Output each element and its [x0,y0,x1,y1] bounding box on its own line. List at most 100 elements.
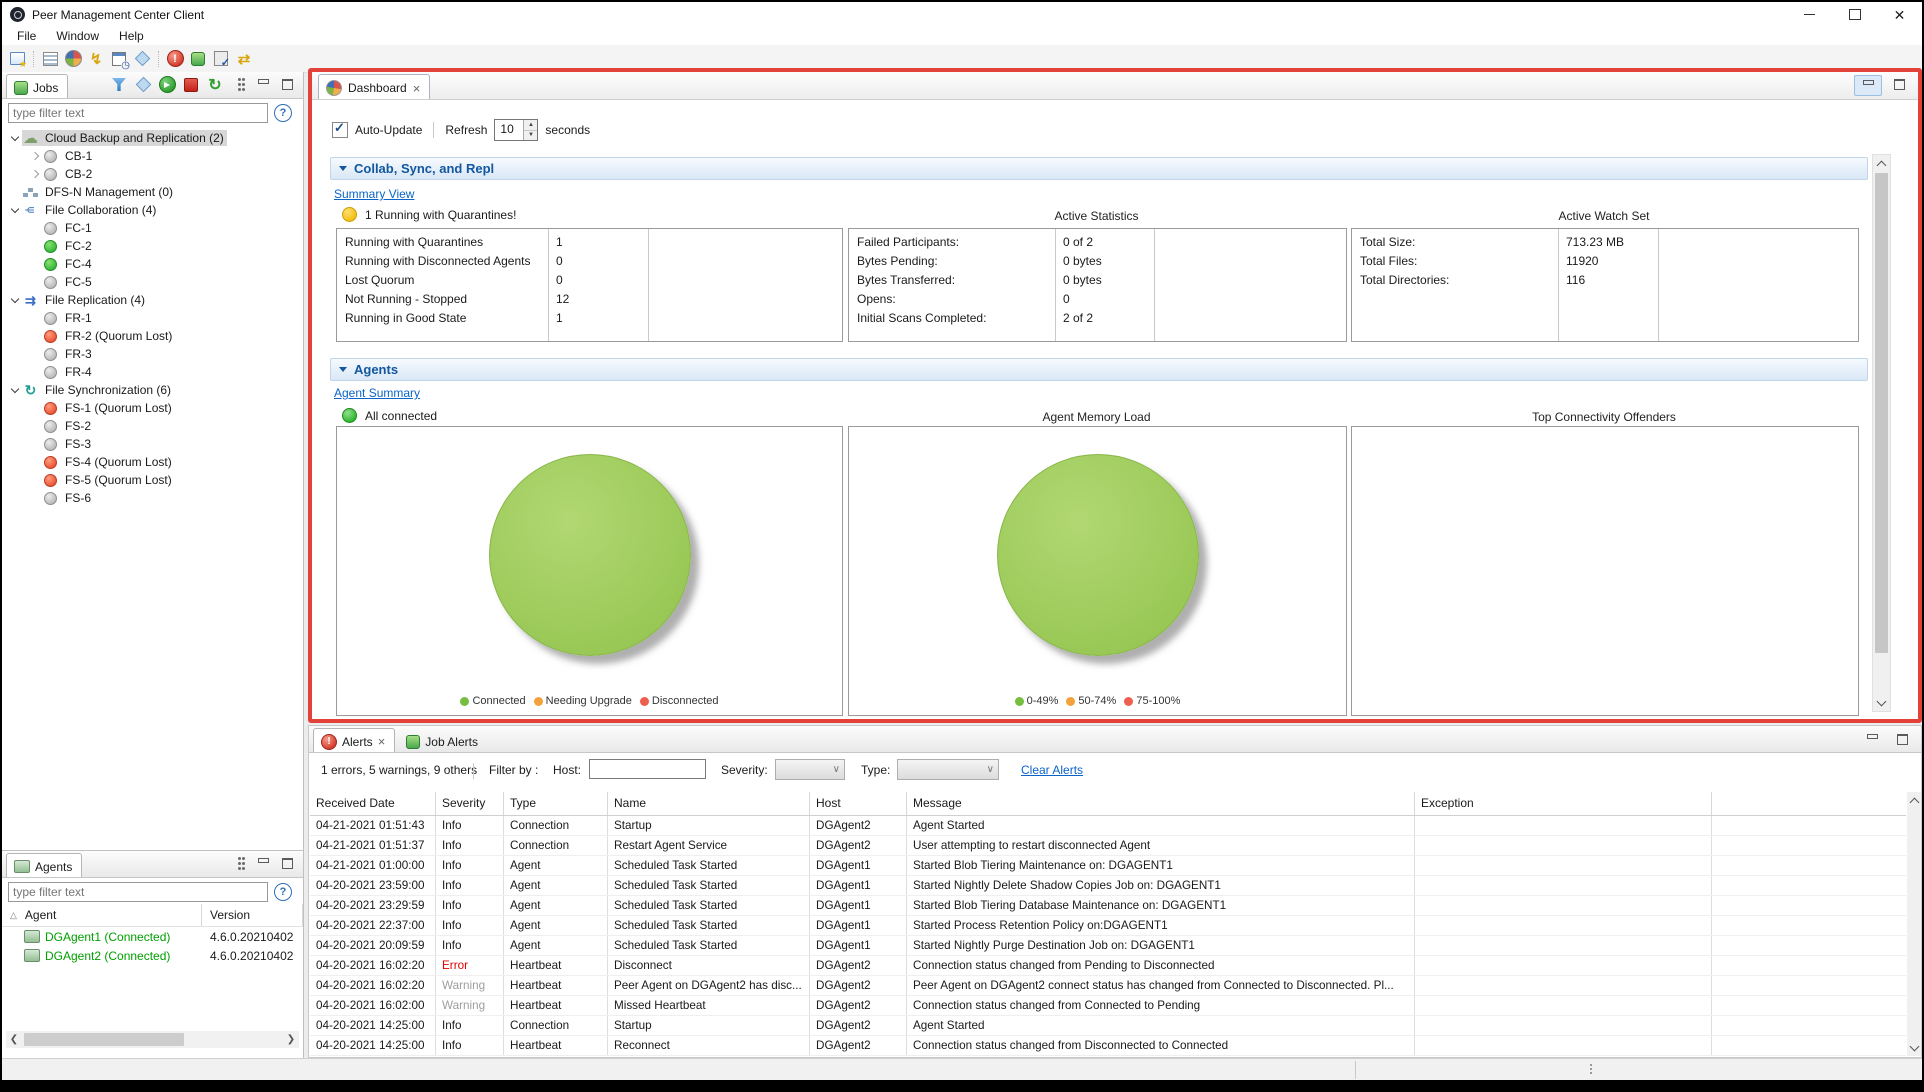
expander-icon[interactable] [8,293,22,307]
collapse-triangle-icon[interactable] [339,367,347,372]
close-tab-icon[interactable]: × [413,82,421,95]
clear-alerts-link[interactable]: Clear Alerts [1021,763,1083,777]
maximize-view-icon[interactable] [275,853,299,874]
tree-item[interactable]: FS-6 [2,489,303,507]
tree-item[interactable]: FS-4 (Quorum Lost) [2,453,303,471]
agent-summary-link[interactable]: Agent Summary [334,386,420,400]
tab-jobs[interactable]: Jobs [6,74,69,98]
column-header[interactable]: Exception [1415,792,1712,815]
spin-down-icon[interactable]: ▼ [524,130,538,140]
tab-agents[interactable]: Agents [6,853,83,877]
host-filter-input[interactable] [589,759,706,779]
scroll-up-icon[interactable] [1873,155,1890,171]
alert-row[interactable]: 04-20-2021 14:25:00 Info Heartbeat Recon… [310,1036,1906,1056]
expander-icon[interactable] [28,491,42,505]
agents-icon[interactable] [187,48,209,70]
collab-section-header[interactable]: Collab, Sync, and Repl [330,157,1868,180]
schedule-icon[interactable] [108,48,130,71]
maximize-view-icon[interactable] [275,74,299,95]
minimize-alerts-icon[interactable] [1859,730,1885,749]
column-header[interactable]: Host [810,792,907,815]
severity-dropdown[interactable]: ∨ [775,759,845,780]
expander-icon[interactable] [28,257,42,271]
scrollbar-thumb[interactable] [1875,173,1888,653]
tree-item[interactable]: FS-3 [2,435,303,453]
scrollbar-thumb[interactable] [24,1033,184,1046]
column-header[interactable]: Received Date [310,792,436,815]
menu-item[interactable]: Help [110,28,153,44]
alert-row[interactable]: 04-21-2021 01:00:00 Info Agent Scheduled… [310,856,1906,876]
agents-filter-input[interactable] [8,882,268,902]
dashboard-icon[interactable] [62,48,84,70]
new-job-icon[interactable] [6,48,28,70]
tree-item[interactable]: FC-4 [2,255,303,273]
alert-row[interactable]: 04-21-2021 01:51:37 Info Connection Rest… [310,836,1906,856]
tree-item[interactable]: File Replication (4) [2,291,303,309]
expander-icon[interactable] [8,203,22,217]
tab-job-alerts[interactable]: Job Alerts [399,729,487,752]
scroll-right-icon[interactable]: ❯ [283,1034,299,1045]
agent-column-header[interactable]: △ Agent [2,904,202,926]
sync-icon[interactable]: ⇄ [233,48,255,70]
tree-item[interactable]: DFS-N Management (0) [2,183,303,201]
tree-item[interactable]: FS-2 [2,417,303,435]
view-properties-icon[interactable] [39,48,61,70]
spinner-buttons[interactable]: ▲ ▼ [523,120,538,140]
alert-row[interactable]: 04-20-2021 16:02:20 Warning Heartbeat Pe… [310,976,1906,996]
restart-job-icon[interactable]: ↻ [203,74,227,95]
column-header[interactable]: Severity [436,792,504,815]
minimize-view-icon[interactable] [251,74,275,95]
tree-item[interactable]: FC-5 [2,273,303,291]
expander-icon[interactable] [28,329,42,343]
agent-row[interactable]: DGAgent1 (Connected) 4.6.0.20210402 [2,927,303,946]
collapse-triangle-icon[interactable] [339,166,347,171]
alerts-scrollbar[interactable] [1907,792,1921,1056]
agents-help-icon[interactable]: ? [274,883,292,901]
spin-up-icon[interactable]: ▲ [524,120,538,131]
start-job-icon[interactable] [155,74,179,95]
version-column-header[interactable]: Version [202,904,303,926]
close-window-button[interactable]: ✕ [1877,2,1922,27]
alert-row[interactable]: 04-20-2021 23:29:59 Info Agent Scheduled… [310,896,1906,916]
minimize-view-icon[interactable] [251,853,275,874]
tasks-icon[interactable] [210,48,232,70]
view-menu-icon[interactable] [227,853,251,874]
expander-icon[interactable] [28,455,42,469]
scroll-down-icon[interactable] [1907,1040,1921,1056]
alert-row[interactable]: 04-20-2021 16:02:20 Error Heartbeat Disc… [310,956,1906,976]
menu-item[interactable]: Window [47,28,108,44]
expander-icon[interactable] [28,419,42,433]
tree-item[interactable]: FR-2 (Quorum Lost) [2,327,303,345]
expander-icon[interactable] [28,239,42,253]
type-dropdown[interactable]: ∨ [897,759,999,780]
alert-row[interactable]: 04-21-2021 01:51:43 Info Connection Star… [310,816,1906,836]
maximize-editor-icon[interactable] [1886,75,1912,94]
alerts-icon[interactable] [164,48,186,70]
scroll-left-icon[interactable]: ❮ [6,1034,22,1045]
summary-view-link[interactable]: Summary View [334,187,414,201]
tab-dashboard[interactable]: Dashboard × [318,74,431,99]
power-options-icon[interactable]: ↯ [85,48,107,70]
tree-item[interactable]: FS-1 (Quorum Lost) [2,399,303,417]
view-menu-icon[interactable] [227,74,251,95]
maximize-alerts-icon[interactable] [1889,730,1915,749]
expander-icon[interactable] [28,221,42,235]
column-header[interactable]: Name [608,792,810,815]
jobs-help-icon[interactable]: ? [274,104,292,122]
scroll-up-icon[interactable] [1907,792,1921,808]
tree-item[interactable]: FC-1 [2,219,303,237]
alert-row[interactable]: 04-20-2021 14:25:00 Info Connection Star… [310,1016,1906,1036]
alert-row[interactable]: 04-20-2021 16:02:00 Warning Heartbeat Mi… [310,996,1906,1016]
expander-icon[interactable] [28,311,42,325]
tree-item[interactable]: FC-2 [2,237,303,255]
expander-icon[interactable] [28,347,42,361]
tree-item[interactable]: Cloud Backup and Replication (2) [2,129,303,147]
minimize-window-button[interactable] [1787,2,1832,27]
expander-icon[interactable] [28,275,42,289]
agent-row[interactable]: DGAgent2 (Connected) 4.6.0.20210402 [2,946,303,965]
tree-item[interactable]: FS-5 (Quorum Lost) [2,471,303,489]
dashboard-scrollbar[interactable] [1872,154,1891,712]
tree-item[interactable]: File Synchronization (6) [2,381,303,399]
tree-item[interactable]: CB-2 [2,165,303,183]
menu-item[interactable]: File [8,28,45,44]
